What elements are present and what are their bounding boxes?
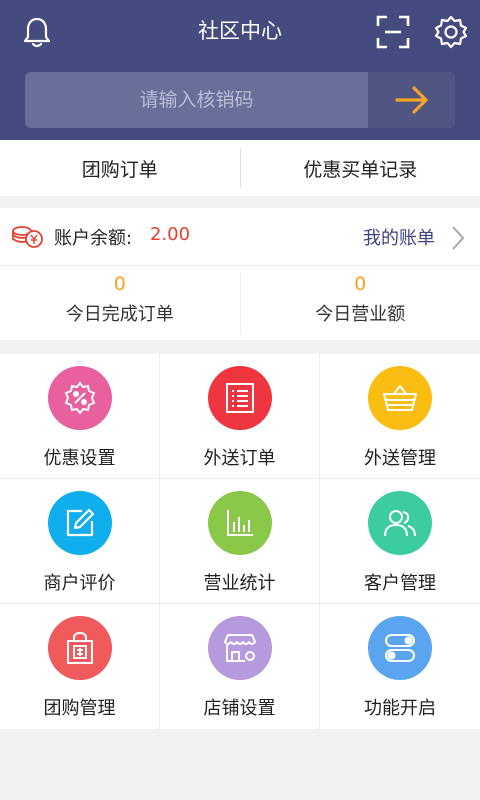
basket-icon — [368, 366, 432, 430]
menu-merchant-reviews[interactable]: 商户评价 — [0, 479, 160, 604]
bar-chart-icon — [208, 491, 272, 555]
balance-value: 2.00 — [150, 224, 191, 245]
stat-value: 0 — [354, 273, 367, 295]
balance-row[interactable]: 账户余额: 2.00 我的账单 — [0, 208, 480, 266]
menu-business-statistics[interactable]: 营业统计 — [160, 479, 320, 604]
money-icon — [10, 222, 44, 254]
list-icon — [208, 366, 272, 430]
stat-value: 0 — [113, 273, 126, 295]
menu-label: 店铺设置 — [203, 698, 276, 719]
menu-label: 客户管理 — [364, 573, 436, 594]
menu-label: 优惠设置 — [43, 448, 116, 469]
menu-label: 外送管理 — [364, 448, 436, 469]
menu-feature-toggle[interactable]: 功能开启 — [320, 604, 480, 729]
top-bar: 社区中心 — [0, 0, 480, 140]
scan-icon[interactable] — [373, 12, 413, 52]
menu-label: 营业统计 — [203, 573, 276, 594]
toggle-icon — [368, 616, 432, 680]
order-tabs: 团购订单 优惠买单记录 — [0, 140, 480, 196]
menu-label: 团购管理 — [43, 698, 116, 719]
verification-code-input[interactable] — [25, 72, 368, 128]
menu-store-settings[interactable]: 店铺设置 — [160, 604, 320, 729]
stat-label: 今日营业额 — [315, 304, 406, 325]
verification-code-search — [25, 72, 455, 128]
gear-icon[interactable] — [431, 12, 471, 52]
arrow-right-icon — [394, 86, 428, 114]
today-stats: 0 今日完成订单 0 今日营业额 — [0, 266, 480, 340]
menu-label: 外送订单 — [203, 448, 276, 469]
tab-discount-records[interactable]: 优惠买单记录 — [241, 140, 480, 196]
store-icon — [208, 616, 272, 680]
menu-customer-management[interactable]: 客户管理 — [320, 479, 480, 604]
edit-icon — [48, 491, 112, 555]
balance-label: 账户余额: — [54, 228, 133, 249]
stat-label: 今日完成订单 — [65, 304, 174, 325]
stat-revenue[interactable]: 0 今日营业额 — [241, 266, 480, 340]
menu-delivery-management[interactable]: 外送管理 — [320, 354, 480, 479]
tab-group-orders[interactable]: 团购订单 — [0, 140, 240, 196]
stat-completed-orders[interactable]: 0 今日完成订单 — [0, 266, 240, 340]
my-bill-link[interactable]: 我的账单 — [363, 224, 435, 250]
menu-delivery-orders[interactable]: 外送订单 — [160, 354, 320, 479]
bag-icon — [48, 616, 112, 680]
discount-icon — [48, 366, 112, 430]
chevron-right-icon — [450, 224, 466, 256]
menu-discount-settings[interactable]: 优惠设置 — [0, 354, 160, 479]
users-icon — [368, 491, 432, 555]
menu-group-buy-management[interactable]: 团购管理 — [0, 604, 160, 729]
menu-label: 功能开启 — [364, 698, 436, 719]
search-submit-button[interactable] — [368, 72, 455, 128]
function-grid: 优惠设置 外送订单 外送管理 商户评价 营业统计 客户管理 团购管理 店铺设置 … — [0, 354, 480, 729]
menu-label: 商户评价 — [43, 573, 116, 594]
